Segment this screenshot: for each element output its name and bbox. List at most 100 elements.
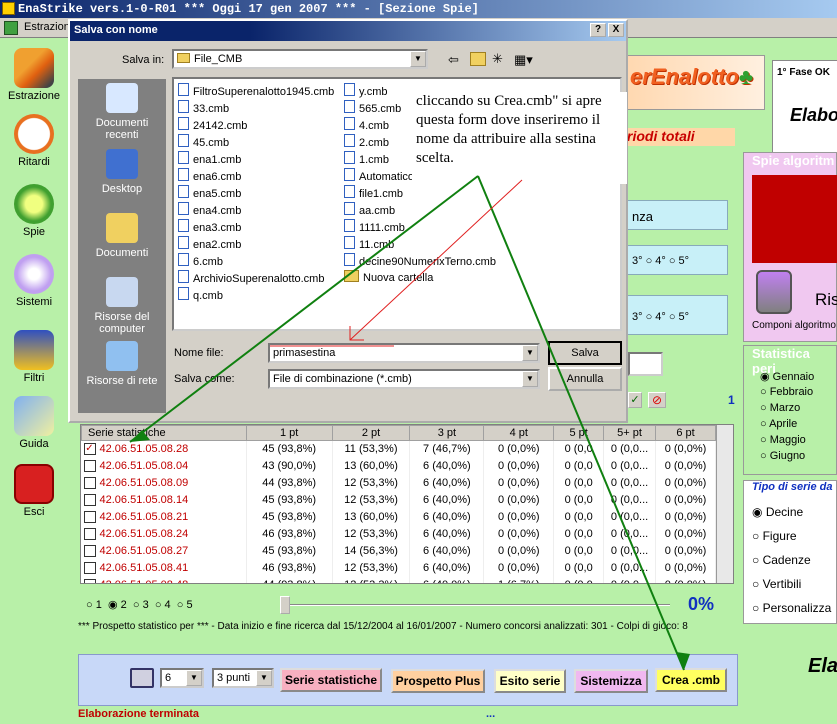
radio-month[interactable]: ○ Febbraio	[760, 386, 813, 398]
slider-thumb[interactable]	[280, 596, 290, 614]
file-item[interactable]: ena3.cmb	[178, 219, 241, 234]
place-risorse-computer[interactable]: Risorse del computer	[78, 277, 166, 335]
progress-slider[interactable]	[280, 596, 670, 614]
row-checkbox[interactable]	[83, 511, 96, 524]
row-checkbox[interactable]	[83, 528, 96, 541]
file-item[interactable]: 2.cmb	[344, 134, 389, 149]
file-item[interactable]: 1.cmb	[344, 151, 389, 166]
new-folder-icon[interactable]: ✳	[492, 51, 503, 67]
menu-item-estrazioni[interactable]: Estrazion	[24, 21, 70, 33]
input-box[interactable]	[628, 352, 663, 376]
file-item[interactable]: 11.cmb	[344, 236, 394, 251]
radio-month[interactable]: ◉ Gennaio	[760, 370, 814, 383]
table-row[interactable]: 42.06.51.05.08.04 43 (90,0%) 13 (60,0%) 6 (…	[81, 457, 716, 475]
file-item[interactable]: 4.cmb	[344, 117, 389, 132]
table-row[interactable]: 42.06.51.05.08.24 46 (93,8%) 12 (53,3%) 6 (…	[81, 525, 716, 543]
palm-icon[interactable]	[756, 270, 792, 314]
file-item[interactable]: 6.cmb	[178, 253, 223, 268]
table-row[interactable]: 42.06.51.05.08.21 45 (93,8%) 13 (60,0%) 6 (…	[81, 508, 716, 526]
table-row[interactable]: 42.06.51.05.08.4844 (93,8%)12 (53,3%)6 (…	[81, 576, 716, 583]
radio-tipo[interactable]: ○ Figure	[752, 529, 797, 543]
file-item[interactable]: y.cmb	[344, 83, 388, 98]
help-button[interactable]: ?	[590, 23, 606, 37]
col-5plus-pt[interactable]: 5+ pt	[603, 425, 656, 441]
table-row[interactable]: 42.06.51.05.08.41 46 (93,8%) 12 (53,3%) 6 (…	[81, 559, 716, 577]
close-button[interactable]: X	[608, 23, 624, 37]
row-checkbox[interactable]	[83, 579, 96, 583]
file-item[interactable]: file1.cmb	[344, 185, 403, 200]
col-3pt[interactable]: 3 pt	[409, 425, 485, 441]
punti-select[interactable]: 3 punti ▼	[212, 668, 274, 688]
file-item[interactable]: ena2.cmb	[178, 236, 241, 251]
table-scrollbar[interactable]	[716, 425, 733, 583]
col-5pt[interactable]: 5 pt	[553, 425, 605, 441]
col-1pt[interactable]: 1 pt	[245, 425, 333, 441]
radio-month[interactable]: ○ Maggio	[760, 434, 806, 446]
row-checkbox[interactable]	[83, 460, 96, 473]
table-row[interactable]: 42.06.51.05.08.09 44 (93,8%) 12 (53,3%) 6 (…	[81, 474, 716, 492]
table-row[interactable]: ✓ 42.06.51.05.08.28 45 (93,8%) 11 (53,3%) 7 …	[81, 440, 716, 458]
radio-tipo[interactable]: ◉ Decine	[752, 505, 803, 519]
no-icon[interactable]: ⊘	[648, 392, 666, 408]
radio-2[interactable]: ◉ 2	[108, 599, 127, 611]
row-checkbox[interactable]	[83, 477, 96, 490]
file-item[interactable]: ena5.cmb	[178, 185, 241, 200]
file-item[interactable]: ArchivioSuperenalotto.cmb	[178, 270, 324, 285]
esito-serie-button[interactable]: Esito serie	[494, 669, 566, 693]
check-icon[interactable]: ✓	[628, 392, 642, 408]
radio-1[interactable]: ○ 1	[86, 599, 102, 611]
col-serie[interactable]: Serie statistiche	[81, 425, 247, 441]
folder-select[interactable]: File_CMB ▼	[172, 49, 428, 69]
radio-tipo[interactable]: ○ Vertibili	[752, 577, 801, 591]
col-2pt[interactable]: 2 pt	[331, 425, 411, 441]
sidebar-item-guida[interactable]: Guida	[0, 396, 68, 450]
table-row[interactable]: 42.06.51.05.08.14 45 (93,8%) 12 (53,3%) 6 (…	[81, 491, 716, 509]
radio-month[interactable]: ○ Marzo	[760, 402, 800, 414]
file-item[interactable]: q.cmb	[178, 287, 223, 302]
radio-month[interactable]: ○ Giugno	[760, 450, 805, 462]
place-desktop[interactable]: Desktop	[78, 149, 166, 195]
sidebar-item-filtri[interactable]: Filtri	[0, 330, 68, 384]
file-item[interactable]: 33.cmb	[178, 100, 229, 115]
file-item[interactable]: 24142.cmb	[178, 117, 247, 132]
col-4pt[interactable]: 4 pt	[483, 425, 555, 441]
file-item[interactable]: aa.cmb	[344, 202, 395, 217]
sidebar-item-ritardi[interactable]: Ritardi	[0, 114, 68, 168]
view-menu-icon[interactable]: ▦▾	[514, 52, 533, 68]
file-item[interactable]: 1111.cmb	[344, 219, 405, 234]
filename-input[interactable]: primasestina ▼	[268, 343, 540, 363]
file-item[interactable]: decine90NumerixTerno.cmb	[344, 253, 496, 268]
up-folder-icon[interactable]	[470, 52, 486, 66]
file-item[interactable]: 565.cmb	[344, 100, 401, 115]
file-item[interactable]: 45.cmb	[178, 134, 229, 149]
sidebar-item-sistemi[interactable]: Sistemi	[0, 254, 68, 308]
radio-3[interactable]: ○ 3	[133, 599, 149, 611]
sidebar-item-spie[interactable]: Spie	[0, 184, 68, 238]
col-6pt[interactable]: 6 pt	[655, 425, 716, 441]
prospetto-plus-button[interactable]: Prospetto Plus	[391, 669, 485, 693]
file-item[interactable]: ena4.cmb	[178, 202, 241, 217]
row-checkbox[interactable]	[83, 562, 96, 575]
sidebar-item-estrazione[interactable]: Estrazione	[0, 48, 68, 102]
file-type-select[interactable]: File di combinazione (*.cmb) ▼	[268, 369, 540, 389]
sidebar-item-esci[interactable]: Esci	[0, 464, 68, 518]
folder-item[interactable]: Nuova cartella	[344, 270, 433, 284]
radio-month[interactable]: ○ Aprile	[760, 418, 797, 430]
sistemizza-button[interactable]: Sistemizza	[574, 669, 648, 693]
crea-cmb-button[interactable]: Crea .cmb	[655, 668, 727, 692]
place-documenti[interactable]: Documenti	[78, 213, 166, 259]
radio-5[interactable]: ○ 5	[177, 599, 193, 611]
file-item[interactable]: FiltroSuperenalotto1945.cmb	[178, 83, 334, 98]
table-row[interactable]: 42.06.51.05.08.27 45 (93,8%) 14 (56,3%) 6 (…	[81, 542, 716, 560]
radio-tipo[interactable]: ○ Cadenze	[752, 553, 811, 567]
salva-button[interactable]: Salva	[548, 341, 622, 365]
radio-4[interactable]: ○ 4	[155, 599, 171, 611]
serie-statistiche-button[interactable]: Serie statistiche	[280, 668, 382, 692]
place-risorse-rete[interactable]: Risorse di rete	[78, 341, 166, 387]
annulla-button[interactable]: Annulla	[548, 367, 622, 391]
file-item[interactable]: ena6.cmb	[178, 168, 241, 183]
back-icon[interactable]: ⇦	[448, 52, 459, 68]
row-checkbox[interactable]	[83, 545, 96, 558]
file-item[interactable]: ena1.cmb	[178, 151, 241, 166]
place-documenti-recenti[interactable]: Documenti recenti	[78, 83, 166, 141]
